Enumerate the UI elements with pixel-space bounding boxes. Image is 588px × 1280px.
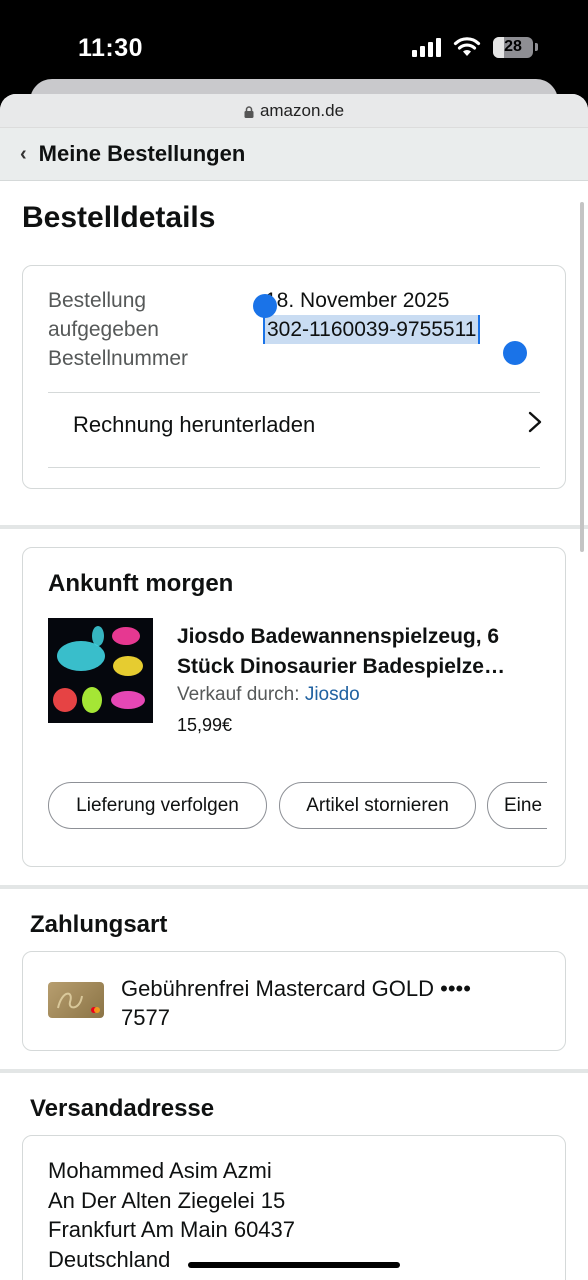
payment-method-text: Gebührenfrei Mastercard GOLD •••• 7577 (121, 974, 541, 1032)
section-divider (0, 885, 588, 889)
back-to-orders-link[interactable]: ‹ Meine Bestellungen (0, 128, 588, 181)
chevron-left-icon: ‹ (20, 142, 27, 165)
cancel-items-button[interactable]: Artikel stornieren (279, 782, 476, 829)
battery-tip (535, 43, 538, 51)
address-bar[interactable]: amazon.de (0, 94, 588, 128)
product-image[interactable] (48, 618, 153, 723)
order-info-card: Bestellung aufgegeben Bestellnummer 18. … (22, 265, 566, 489)
order-number-value[interactable]: 302-1160039-9755511 (263, 315, 481, 344)
cellular-signal-icon (412, 37, 441, 57)
shipping-address-title: Versandadresse (30, 1095, 215, 1122)
section-divider (0, 1069, 588, 1073)
shipping-address: Mohammed Asim Azmi An Der Alten Ziegelei… (48, 1156, 295, 1274)
divider (48, 392, 540, 393)
address-street: An Der Alten Ziegelei 15 (48, 1187, 286, 1213)
product-title-line1: Jiosdo Badewannenspielzeug, 6 (177, 625, 500, 648)
lock-icon (244, 105, 254, 118)
product-price: 15,99€ (177, 715, 233, 735)
battery-level: 28 (504, 38, 522, 55)
card-last-digits: 7577 (121, 1005, 170, 1030)
selection-end-handle[interactable] (503, 341, 527, 365)
back-link-label: Meine Bestellungen (38, 141, 246, 166)
section-divider (0, 525, 588, 529)
seller-link[interactable]: Jiosdo (305, 684, 360, 705)
status-time: 11:30 (78, 34, 144, 62)
shipment-card: Ankunft morgen Jiosdo Badewannenspielzeu… (22, 547, 566, 867)
arrival-title: Ankunft morgen (48, 570, 234, 597)
scrollbar[interactable] (580, 202, 584, 552)
download-invoice-link[interactable]: Rechnung herunterladen (73, 412, 315, 438)
product-title-line2: Stück Dinosaurier Badespielze… (177, 655, 505, 678)
payment-card[interactable]: Gebührenfrei Mastercard GOLD •••• 7577 (22, 951, 566, 1051)
url-text: amazon.de (259, 100, 345, 120)
product-title-link[interactable]: Jiosdo Badewannenspielzeug, 6 Stück Dino… (177, 622, 547, 682)
order-number-label: Bestellnummer (48, 347, 189, 370)
order-info-labels: Bestellung aufgegeben Bestellnummer (48, 286, 228, 373)
browser-sheet: amazon.de ‹ Meine Bestellungen Bestellde… (0, 94, 588, 1280)
payment-method-name: Gebührenfrei Mastercard GOLD •••• (121, 976, 471, 1001)
address-city: Frankfurt Am Main 60437 (48, 1217, 296, 1242)
divider (48, 467, 540, 468)
more-actions-button[interactable]: Eine (487, 782, 547, 829)
wifi-icon (453, 37, 481, 56)
home-indicator[interactable] (188, 1262, 400, 1268)
sold-by-label: Verkauf durch: (177, 684, 300, 705)
battery-icon: 28 (493, 36, 533, 58)
order-placed-date: 18. November 2025 (265, 289, 450, 312)
shipping-address-card: Mohammed Asim Azmi An Der Alten Ziegelei… (22, 1135, 566, 1280)
action-buttons-row[interactable]: Lieferung verfolgen Artikel stornieren E… (48, 782, 547, 830)
order-placed-label: Bestellung aufgegeben (48, 289, 159, 341)
dinosaur-toys-image (48, 618, 153, 723)
selection-start-handle[interactable] (253, 294, 277, 318)
chevron-right-icon[interactable] (527, 410, 543, 434)
track-delivery-button[interactable]: Lieferung verfolgen (48, 782, 267, 829)
order-info-values: 18. November 2025 302-1160039-9755511 (263, 286, 481, 344)
address-country: Deutschland (48, 1246, 171, 1272)
sold-by: Verkauf durch: Jiosdo (177, 684, 360, 706)
page-title: Bestelldetails (22, 201, 216, 234)
status-indicators: 28 (412, 36, 538, 58)
address-name: Mohammed Asim Azmi (48, 1158, 272, 1183)
payment-title: Zahlungsart (30, 911, 168, 938)
credit-card-icon (48, 982, 104, 1018)
